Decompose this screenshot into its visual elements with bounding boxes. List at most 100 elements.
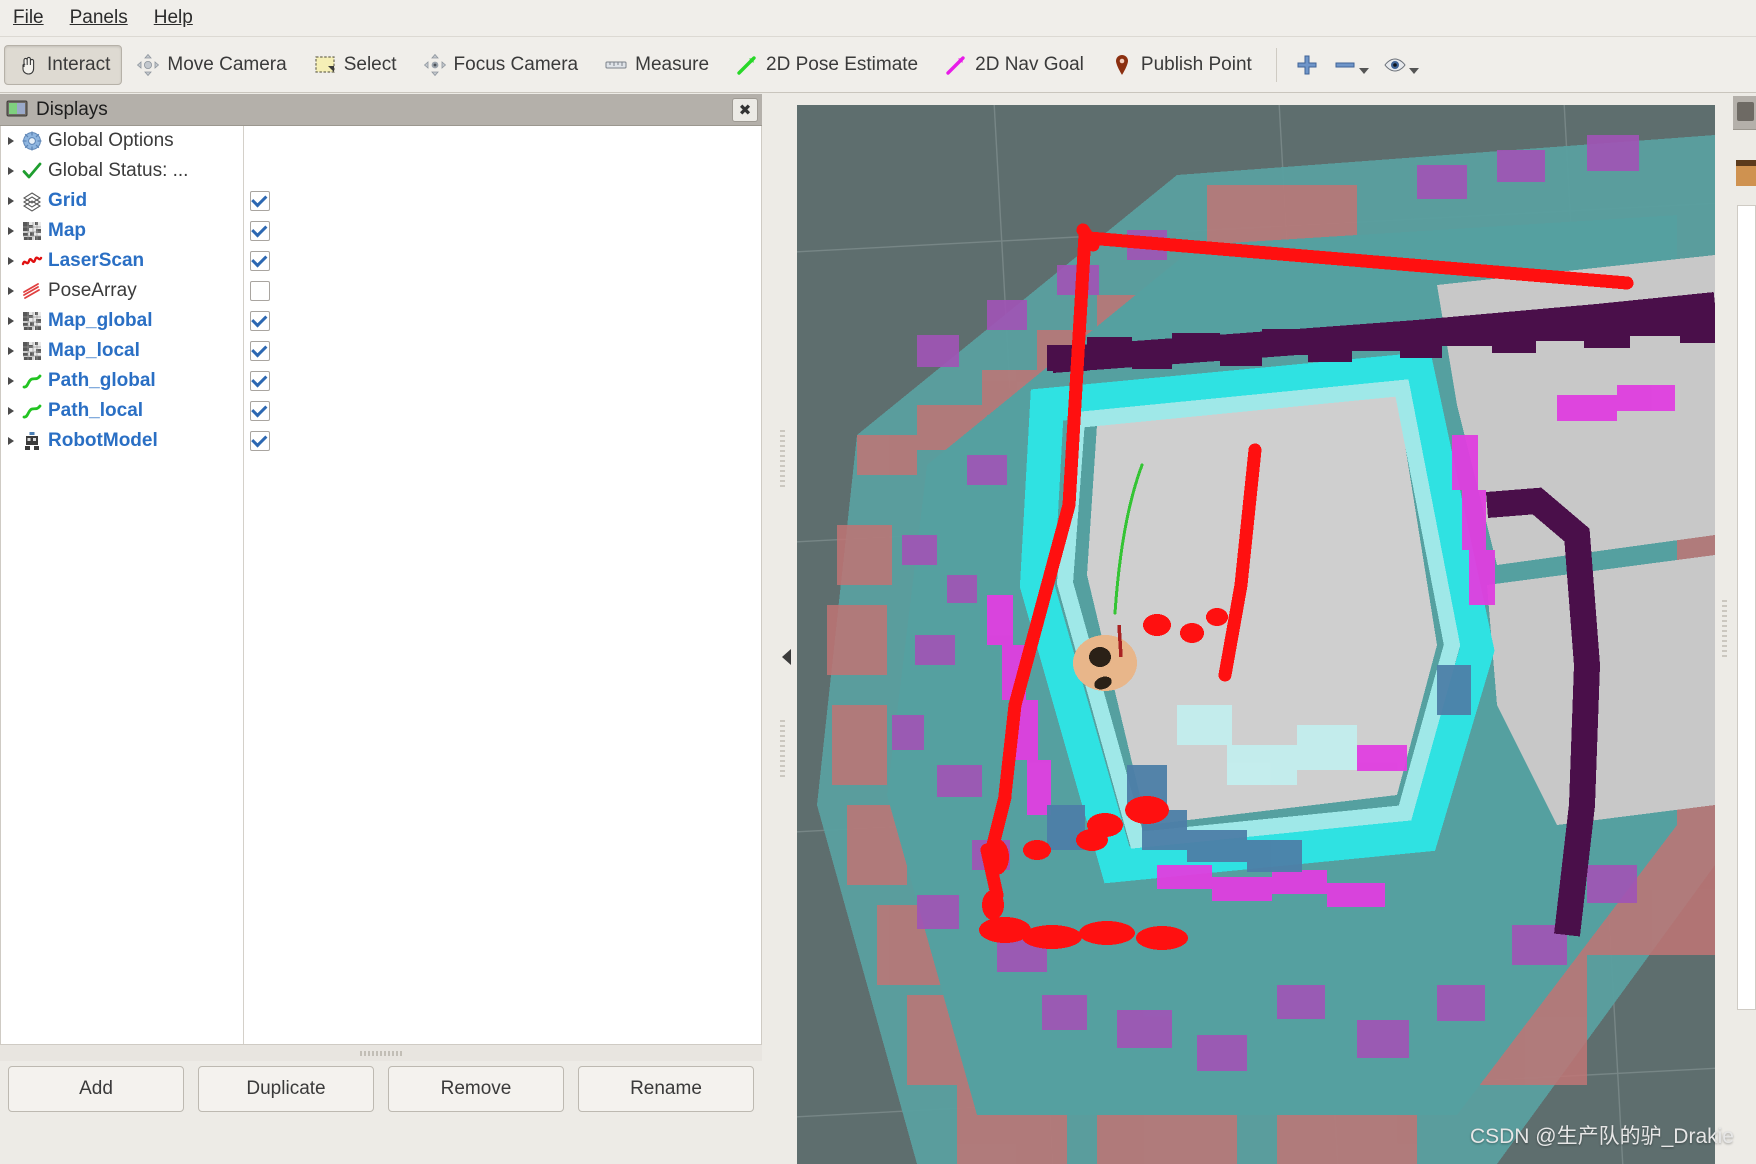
display-item-robotmodel[interactable]: RobotModel	[1, 426, 243, 456]
display-checkbox-map[interactable]	[250, 221, 270, 241]
expand-arrow-icon[interactable]	[3, 227, 19, 235]
display-item-map-global[interactable]: Map_global	[1, 306, 243, 336]
display-item-path-global[interactable]: Path_global	[1, 366, 243, 396]
rviz-window: File Panels Help Interact Move Camera Se…	[0, 0, 1756, 1164]
displays-panel-header: Displays ✖	[0, 94, 762, 126]
display-checkbox-robotmodel[interactable]	[250, 431, 270, 451]
checkbox-row-path-global	[244, 366, 761, 396]
tool-focus-camera[interactable]: Focus Camera	[411, 45, 591, 85]
grid-icon	[19, 190, 45, 212]
display-item-laserscan[interactable]: LaserScan	[1, 246, 243, 276]
display-item-label: RobotModel	[48, 430, 158, 451]
tool-interact-label: Interact	[47, 53, 111, 75]
expand-arrow-icon[interactable]	[3, 257, 19, 265]
tool-measure[interactable]: Measure	[592, 45, 721, 85]
tool-visibility[interactable]	[1377, 46, 1425, 84]
displays-monitor-icon	[6, 100, 28, 120]
checkbox-row-laserscan	[244, 246, 761, 276]
menu-help-label: Help	[153, 7, 193, 28]
expand-arrow-icon[interactable]	[3, 317, 19, 325]
tool-move-camera[interactable]: Move Camera	[124, 45, 298, 85]
tool-remove-view[interactable]	[1327, 46, 1375, 84]
measure-icon	[604, 53, 628, 77]
expand-arrow-icon[interactable]	[3, 167, 19, 175]
chevron-down-icon[interactable]	[1358, 67, 1369, 74]
displays-panel-buttons: Add Duplicate Remove Rename	[0, 1061, 762, 1113]
display-checkbox-laserscan[interactable]	[250, 251, 270, 271]
displays-panel: Displays ✖ Global Options Global Status:…	[0, 94, 762, 1113]
display-item-label: Map	[48, 220, 86, 241]
display-checkbox-path-local[interactable]	[250, 401, 270, 421]
tool-interact[interactable]: Interact	[4, 44, 123, 85]
right-panel-content	[1737, 205, 1756, 1010]
tool-focus-camera-label: Focus Camera	[453, 53, 579, 75]
chevron-down-icon[interactable]	[1408, 67, 1419, 74]
hand-cursor-icon	[16, 53, 40, 77]
menu-panels[interactable]: Panels	[57, 3, 141, 33]
expand-arrow-icon[interactable]	[3, 287, 19, 295]
displays-panel-title: Displays	[36, 98, 108, 120]
tool-2d-nav-goal-label: 2D Nav Goal	[975, 53, 1084, 75]
duplicate-display-button[interactable]: Duplicate	[198, 1066, 374, 1112]
expand-arrow-icon[interactable]	[3, 347, 19, 355]
splitter-grip-bottom	[780, 720, 785, 780]
display-item-map-local[interactable]: Map_local	[1, 336, 243, 366]
map-pin-icon	[1110, 53, 1134, 77]
display-item-global-status[interactable]: Global Status: ...	[1, 156, 243, 186]
add-display-button[interactable]: Add	[8, 1066, 184, 1112]
robot-model-icon	[19, 430, 45, 452]
path-curve-icon	[19, 370, 45, 392]
tool-select[interactable]: Select	[301, 45, 409, 85]
map-grid-icon	[19, 220, 45, 242]
laserscan-icon	[19, 250, 45, 272]
expand-arrow-icon[interactable]	[3, 197, 19, 205]
checkbox-row-path-local	[244, 396, 761, 426]
display-item-label: LaserScan	[48, 250, 145, 271]
pose-estimate-arrow-icon	[735, 53, 759, 77]
display-checkbox-posearray[interactable]	[250, 281, 270, 301]
displays-tree: Global Options Global Status: ... Grid M…	[0, 126, 762, 1045]
collapse-left-panel-arrow[interactable]	[777, 635, 795, 679]
display-checkbox-grid[interactable]	[250, 191, 270, 211]
display-item-label: PoseArray	[48, 280, 137, 301]
menu-file[interactable]: File	[0, 3, 57, 33]
expand-arrow-icon[interactable]	[3, 377, 19, 385]
display-item-global-options[interactable]: Global Options	[1, 126, 243, 156]
eye-icon	[1383, 53, 1407, 77]
close-icon[interactable]: ✖	[732, 97, 758, 122]
panel-resize-grip[interactable]	[0, 1045, 762, 1061]
tool-add-view[interactable]	[1289, 46, 1325, 84]
checkbox-row-global-status	[244, 156, 761, 186]
remove-display-button[interactable]: Remove	[388, 1066, 564, 1112]
map-grid-icon	[19, 310, 45, 332]
render-view-3d[interactable]	[797, 105, 1715, 1164]
display-checkbox-map-global[interactable]	[250, 311, 270, 331]
right-splitter-grip	[1722, 600, 1727, 660]
display-item-grid[interactable]: Grid	[1, 186, 243, 216]
checkbox-row-global-options	[244, 126, 761, 156]
display-item-posearray[interactable]: PoseArray	[1, 276, 243, 306]
display-item-label: Path_global	[48, 370, 156, 391]
green-check-icon	[19, 160, 45, 182]
toolbar-separator	[1275, 47, 1277, 82]
display-item-path-local[interactable]: Path_local	[1, 396, 243, 426]
tool-select-label: Select	[343, 53, 397, 75]
expand-arrow-icon[interactable]	[3, 437, 19, 445]
display-item-label: Path_local	[48, 400, 144, 421]
checkbox-row-map-global	[244, 306, 761, 336]
display-item-label: Map_global	[48, 310, 153, 331]
expand-arrow-icon[interactable]	[3, 407, 19, 415]
tool-2d-pose-estimate-label: 2D Pose Estimate	[766, 53, 919, 75]
display-checkbox-path-global[interactable]	[250, 371, 270, 391]
rename-display-button[interactable]: Rename	[578, 1066, 754, 1112]
display-item-map[interactable]: Map	[1, 216, 243, 246]
display-checkbox-map-local[interactable]	[250, 341, 270, 361]
map-grid-icon	[19, 340, 45, 362]
tool-2d-nav-goal[interactable]: 2D Nav Goal	[932, 45, 1096, 85]
menu-help[interactable]: Help	[141, 3, 206, 33]
tool-move-camera-label: Move Camera	[167, 53, 287, 75]
expand-arrow-icon[interactable]	[3, 137, 19, 145]
tool-2d-pose-estimate[interactable]: 2D Pose Estimate	[723, 45, 930, 85]
tool-publish-point[interactable]: Publish Point	[1098, 45, 1264, 85]
checkbox-row-posearray	[244, 276, 761, 306]
